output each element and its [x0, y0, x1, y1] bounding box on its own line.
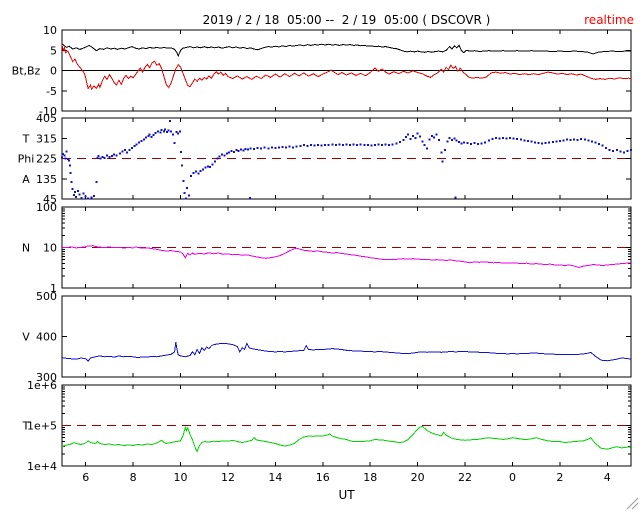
y-tick-label: 405 [36, 112, 57, 125]
series-v [61, 342, 632, 362]
panel-variable-label: N [22, 242, 30, 255]
y-tick-label: 400 [36, 331, 57, 344]
series-t [61, 425, 632, 453]
series-bz [61, 44, 632, 91]
panel-variable-label: T [22, 420, 30, 433]
panel-mag: 1050-5-10Bt,Bz [12, 24, 632, 118]
x-tick-label: 18 [363, 471, 377, 484]
x-tick-label: 2 [556, 471, 563, 484]
y-tick-label: -5 [46, 85, 57, 98]
y-tick-label: 0 [50, 65, 57, 78]
x-tick-label: 6 [82, 471, 89, 484]
y-tick-label: 135 [36, 173, 57, 186]
y-tick-label: 100 [36, 201, 57, 214]
panel-variable-label: Bt,Bz [12, 65, 41, 78]
x-tick-label: 4 [604, 471, 611, 484]
x-tick-label: 22 [458, 471, 472, 484]
panel-density: 100101N [22, 201, 632, 295]
series-n [61, 244, 632, 269]
y-tick-label: 1e+4 [27, 460, 57, 473]
resize-grip-icon[interactable] [625, 496, 639, 510]
solar-wind-chart: 1050-5-10Bt,Bz40531522513545TPhiA100101N… [12, 24, 632, 484]
y-tick-label: 1e+5 [27, 420, 57, 433]
panel-speed: 500400300V [22, 290, 632, 384]
panel-variable-label: A [22, 173, 30, 186]
x-tick-label: 8 [130, 471, 137, 484]
x-tick-label: 10 [174, 471, 188, 484]
y-tick-label: 5 [50, 44, 57, 57]
x-tick-label: 0 [509, 471, 516, 484]
solar-wind-plot-window: 2019 / 2 / 18 05:00 -- 2 / 19 05:00 ( DS… [0, 0, 640, 512]
x-axis-title: UT [338, 488, 355, 502]
x-tick-label: 12 [221, 471, 235, 484]
y-tick-label: 315 [36, 132, 57, 145]
panel-temp: 1e+6 1e+5 1e+4 T [22, 379, 632, 473]
series-bt [61, 43, 631, 58]
y-tick-label: 10 [43, 242, 57, 255]
y-tick-label: 1e+6 [27, 379, 57, 392]
y-tick-label: 500 [36, 290, 57, 303]
series-phi [61, 119, 632, 200]
x-tick-label: 14 [268, 471, 282, 484]
panel-variable-label: Phi [18, 153, 35, 166]
x-tick-label: 16 [316, 471, 330, 484]
panel-phi: 40531522513545TPhiA [18, 112, 632, 206]
panel-variable-label: V [22, 331, 30, 344]
x-tick-label: 20 [411, 471, 425, 484]
y-tick-label: 225 [36, 153, 57, 166]
y-tick-label: 10 [43, 24, 57, 37]
panel-variable-label: T [22, 132, 30, 145]
